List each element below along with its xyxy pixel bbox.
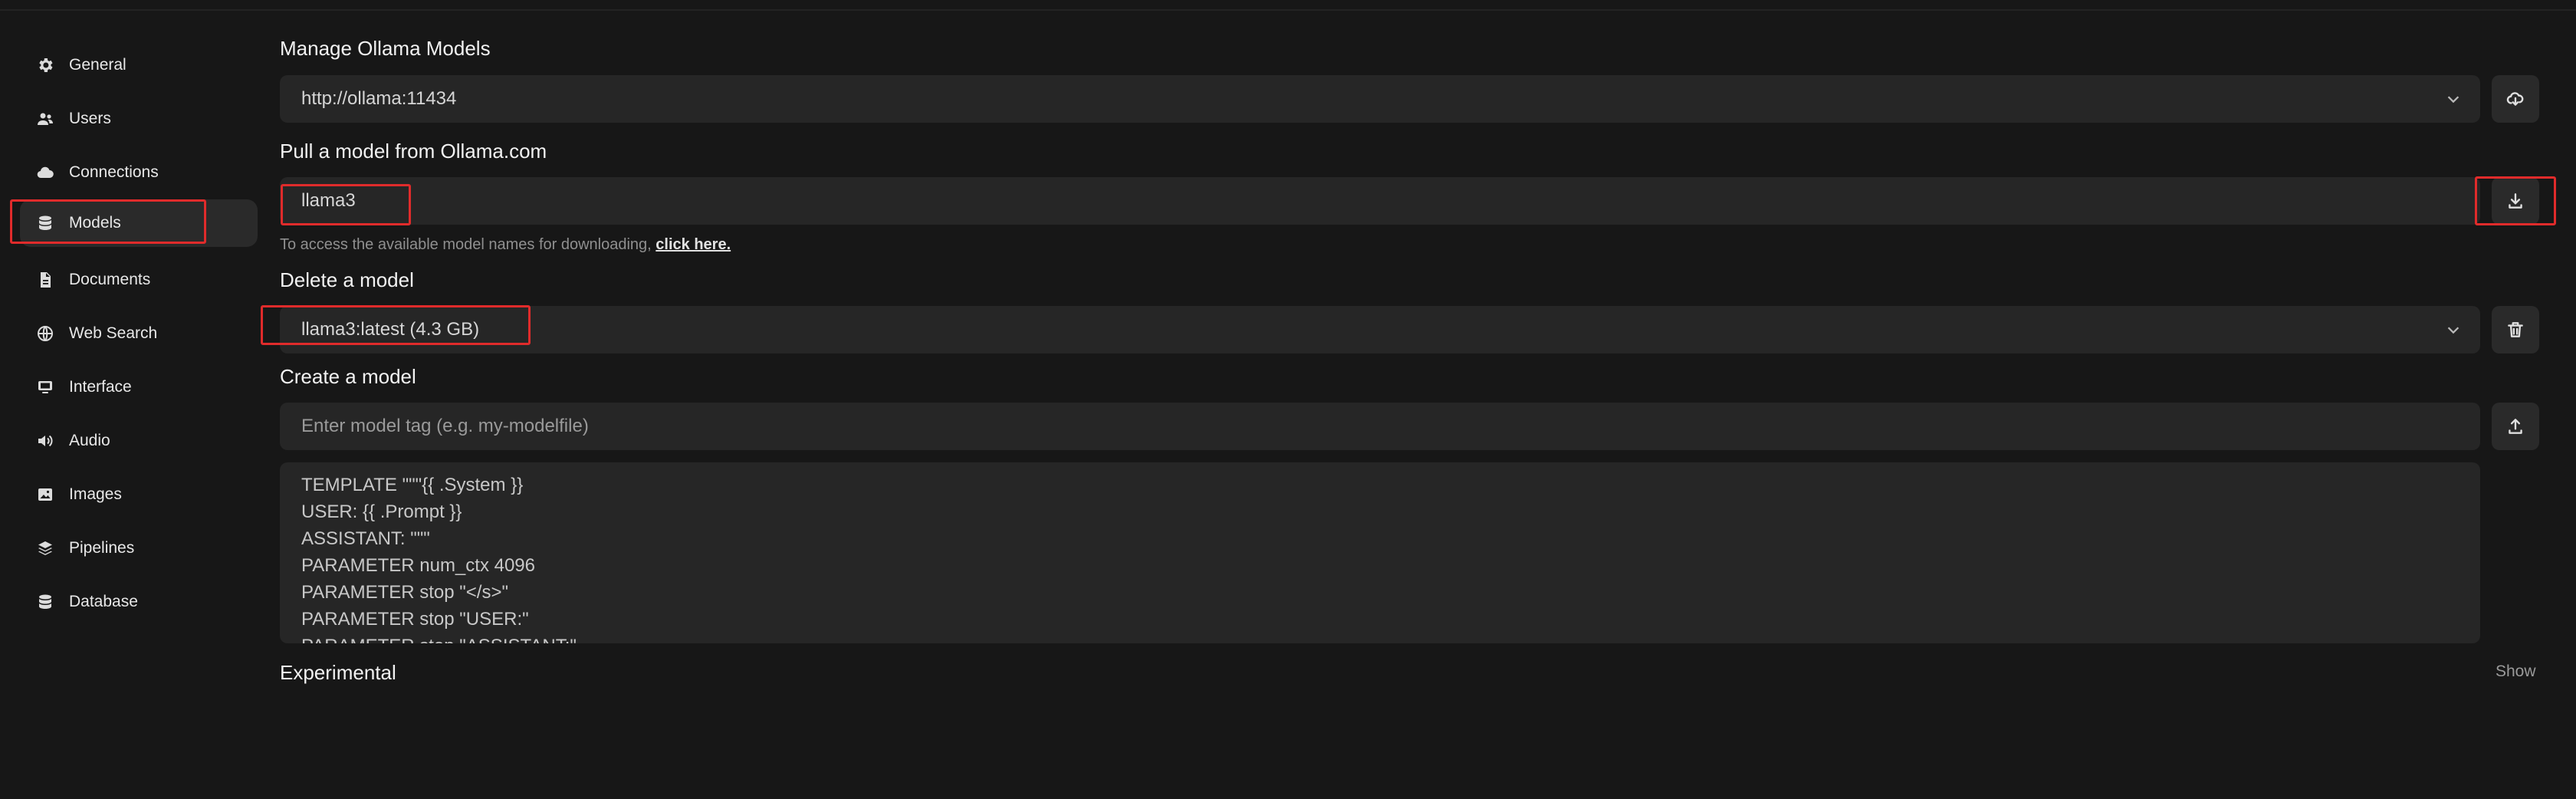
monitor-icon [35,377,55,397]
sidebar-item-label: Documents [69,271,151,288]
experimental-title: Experimental [280,661,396,684]
update-models-button[interactable] [2492,75,2539,123]
modelfile-line: USER: {{ .Prompt }} [301,501,462,522]
document-icon [35,270,55,290]
sidebar-item-label: Interface [69,378,132,396]
users-icon [35,109,55,129]
sidebar-item-label: Pipelines [69,539,135,557]
sidebar-item-label: Models [69,214,121,232]
modelfile-line: PARAMETER stop "USER:" [301,609,529,630]
sidebar-item-label: Database [69,593,138,610]
ollama-url-select[interactable]: http://ollama:11434 [280,75,2480,123]
delete-model-value: llama3:latest (4.3 GB) [301,319,480,340]
sidebar-item-label: General [69,56,127,74]
sidebar-item-database[interactable]: Database [20,578,258,626]
modelfile-line: PARAMETER num_ctx 4096 [301,555,536,576]
chevron-down-icon [2445,321,2462,338]
model-tag-placeholder: Enter model tag (e.g. my-modelfile) [301,416,589,436]
trash-icon [2508,322,2523,337]
pull-model-input[interactable]: llama3 [280,177,2480,225]
modelfile-line: PARAMETER stop "</s>" [301,582,509,603]
delete-model-button[interactable] [2492,306,2539,353]
experimental-show-toggle[interactable]: Show [2496,663,2536,681]
sidebar-item-interface[interactable]: Interface [20,363,258,411]
pull-help-text: To access the available model names for … [280,236,731,254]
chevron-down-icon [2445,90,2462,107]
pull-help-prefix: To access the available model names for … [280,236,656,253]
sidebar-item-connections[interactable]: Connections [20,149,258,196]
upload-modelfile-button[interactable] [2492,403,2539,450]
sidebar-item-label: Audio [69,432,110,449]
modelfile-line: ASSISTANT: """ [301,528,430,549]
database-icon [35,592,55,612]
modelfile-textarea[interactable]: TEMPLATE """{{ .System }} USER: {{ .Prom… [280,462,2480,643]
pull-model-value: llama3 [301,190,356,211]
ollama-url-value: http://ollama:11434 [301,88,457,109]
download-cloud-icon [2506,92,2524,106]
delete-model-title: Delete a model [280,268,414,291]
sidebar-item-label: Images [69,485,122,503]
pull-model-title: Pull a model from Ollama.com [280,140,547,163]
sidebar-item-pipelines[interactable]: Pipelines [20,524,258,572]
image-icon [35,485,55,505]
gear-icon [35,55,55,75]
delete-model-select[interactable]: llama3:latest (4.3 GB) [280,306,2480,353]
top-divider [0,9,2576,11]
database-icon [35,213,55,233]
modelfile-line: PARAMETER stop "ASSISTANT:" [301,633,2459,643]
download-icon [2509,193,2522,209]
sidebar-item-images[interactable]: Images [20,471,258,518]
cloud-icon [35,163,55,182]
sidebar-item-models[interactable]: Models [20,199,258,247]
sidebar-item-label: Web Search [69,324,158,342]
model-library-link[interactable]: click here. [656,236,731,253]
manage-models-title: Manage Ollama Models [280,37,491,60]
sidebar-item-label: Connections [69,163,159,181]
sidebar-item-audio[interactable]: Audio [20,417,258,465]
sidebar-item-documents[interactable]: Documents [20,256,258,304]
sidebar-item-users[interactable]: Users [20,95,258,143]
modelfile-line: TEMPLATE """{{ .System }} [301,475,524,495]
model-tag-input[interactable]: Enter model tag (e.g. my-modelfile) [280,403,2480,450]
sidebar-item-web-search[interactable]: Web Search [20,310,258,357]
layers-icon [35,538,55,558]
globe-icon [35,324,55,344]
create-model-title: Create a model [280,365,416,388]
sidebar-item-general[interactable]: General [20,41,258,89]
speaker-icon [35,431,55,451]
upload-icon [2509,419,2522,434]
sidebar-item-label: Users [69,110,111,127]
pull-model-button[interactable] [2492,177,2539,225]
